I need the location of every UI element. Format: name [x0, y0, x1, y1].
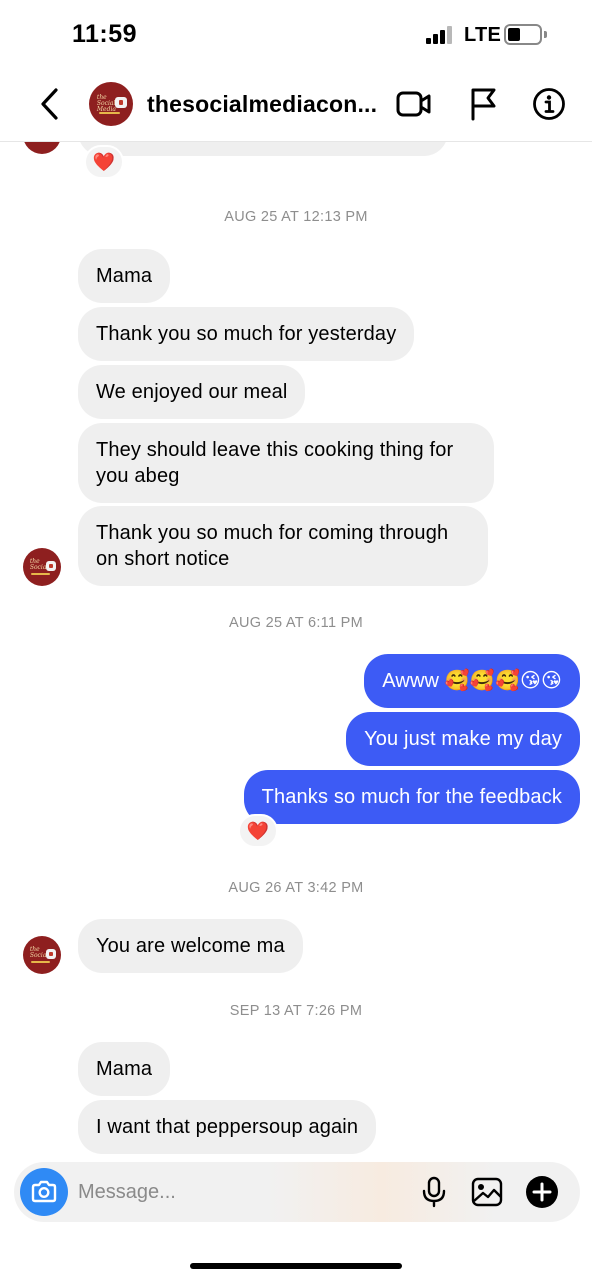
contact-avatar[interactable]: the Social Media: [89, 82, 133, 126]
status-bar: 11:59 LTE: [0, 0, 592, 70]
timestamp: SEP 13 AT 7:26 PM: [229, 1003, 363, 1019]
video-call-button[interactable]: [394, 84, 434, 124]
message-bubble[interactable]: You are welcome ma: [78, 919, 303, 973]
message-bubble-outgoing[interactable]: Thanks so much for the feedback: [243, 770, 580, 824]
chevron-left-icon: [41, 88, 58, 120]
message-composer: [14, 1162, 580, 1222]
signal-strength-icon: [426, 26, 456, 44]
info-button[interactable]: [529, 84, 569, 124]
video-camera-icon: [396, 91, 431, 117]
flag-icon: [471, 88, 496, 121]
message-bubble[interactable]: I want that peppersoup again: [78, 1100, 377, 1154]
message-avatar[interactable]: theSocial: [23, 936, 61, 974]
back-button[interactable]: [30, 84, 70, 124]
more-options-button[interactable]: [522, 1172, 562, 1212]
info-icon: [533, 88, 565, 120]
status-time: 11:59: [72, 20, 138, 48]
report-button[interactable]: [463, 84, 503, 124]
message-reaction[interactable]: ❤️: [84, 145, 124, 179]
chat-header: the Social Media thesocialmediacon...: [0, 70, 592, 142]
timestamp: AUG 25 AT 6:11 PM: [228, 615, 364, 631]
voice-message-button[interactable]: [414, 1172, 454, 1212]
timestamp: AUG 25 AT 12:13 PM: [224, 209, 368, 225]
message-bubble[interactable]: They should leave this cooking thing for…: [78, 423, 494, 503]
network-type: LTE: [464, 24, 502, 46]
message-bubble[interactable]: Mama: [78, 1042, 171, 1096]
heart-icon: ❤️: [92, 151, 116, 172]
message-reaction[interactable]: ❤️: [238, 814, 278, 848]
image-icon: [471, 1177, 503, 1207]
message-bubble[interactable]: We enjoyed our meal: [78, 365, 306, 419]
camera-button[interactable]: [20, 1168, 68, 1216]
message-bubble[interactable]: Thank you so much for coming through on …: [78, 506, 488, 586]
timestamp: AUG 26 AT 3:42 PM: [228, 880, 364, 896]
microphone-icon: [422, 1176, 446, 1208]
battery-cap: [544, 31, 547, 38]
home-indicator[interactable]: [190, 1263, 402, 1269]
contact-name[interactable]: thesocialmediacon...: [147, 91, 377, 118]
heart-icon: ❤️: [246, 820, 270, 841]
gallery-button[interactable]: [467, 1172, 507, 1212]
battery-icon: [504, 24, 542, 45]
message-input[interactable]: [78, 1176, 398, 1208]
message-bubble[interactable]: Mama: [78, 249, 171, 303]
message-bubble[interactable]: Thank you so much for yesterday: [78, 307, 415, 361]
message-bubble-outgoing[interactable]: You just make my day: [346, 712, 580, 766]
message-bubble-outgoing[interactable]: Awww 🥰🥰🥰😘😘: [364, 654, 580, 708]
plus-circle-icon: [526, 1176, 558, 1208]
message-avatar[interactable]: theSocial: [23, 548, 61, 586]
camera-icon: [31, 1180, 57, 1203]
